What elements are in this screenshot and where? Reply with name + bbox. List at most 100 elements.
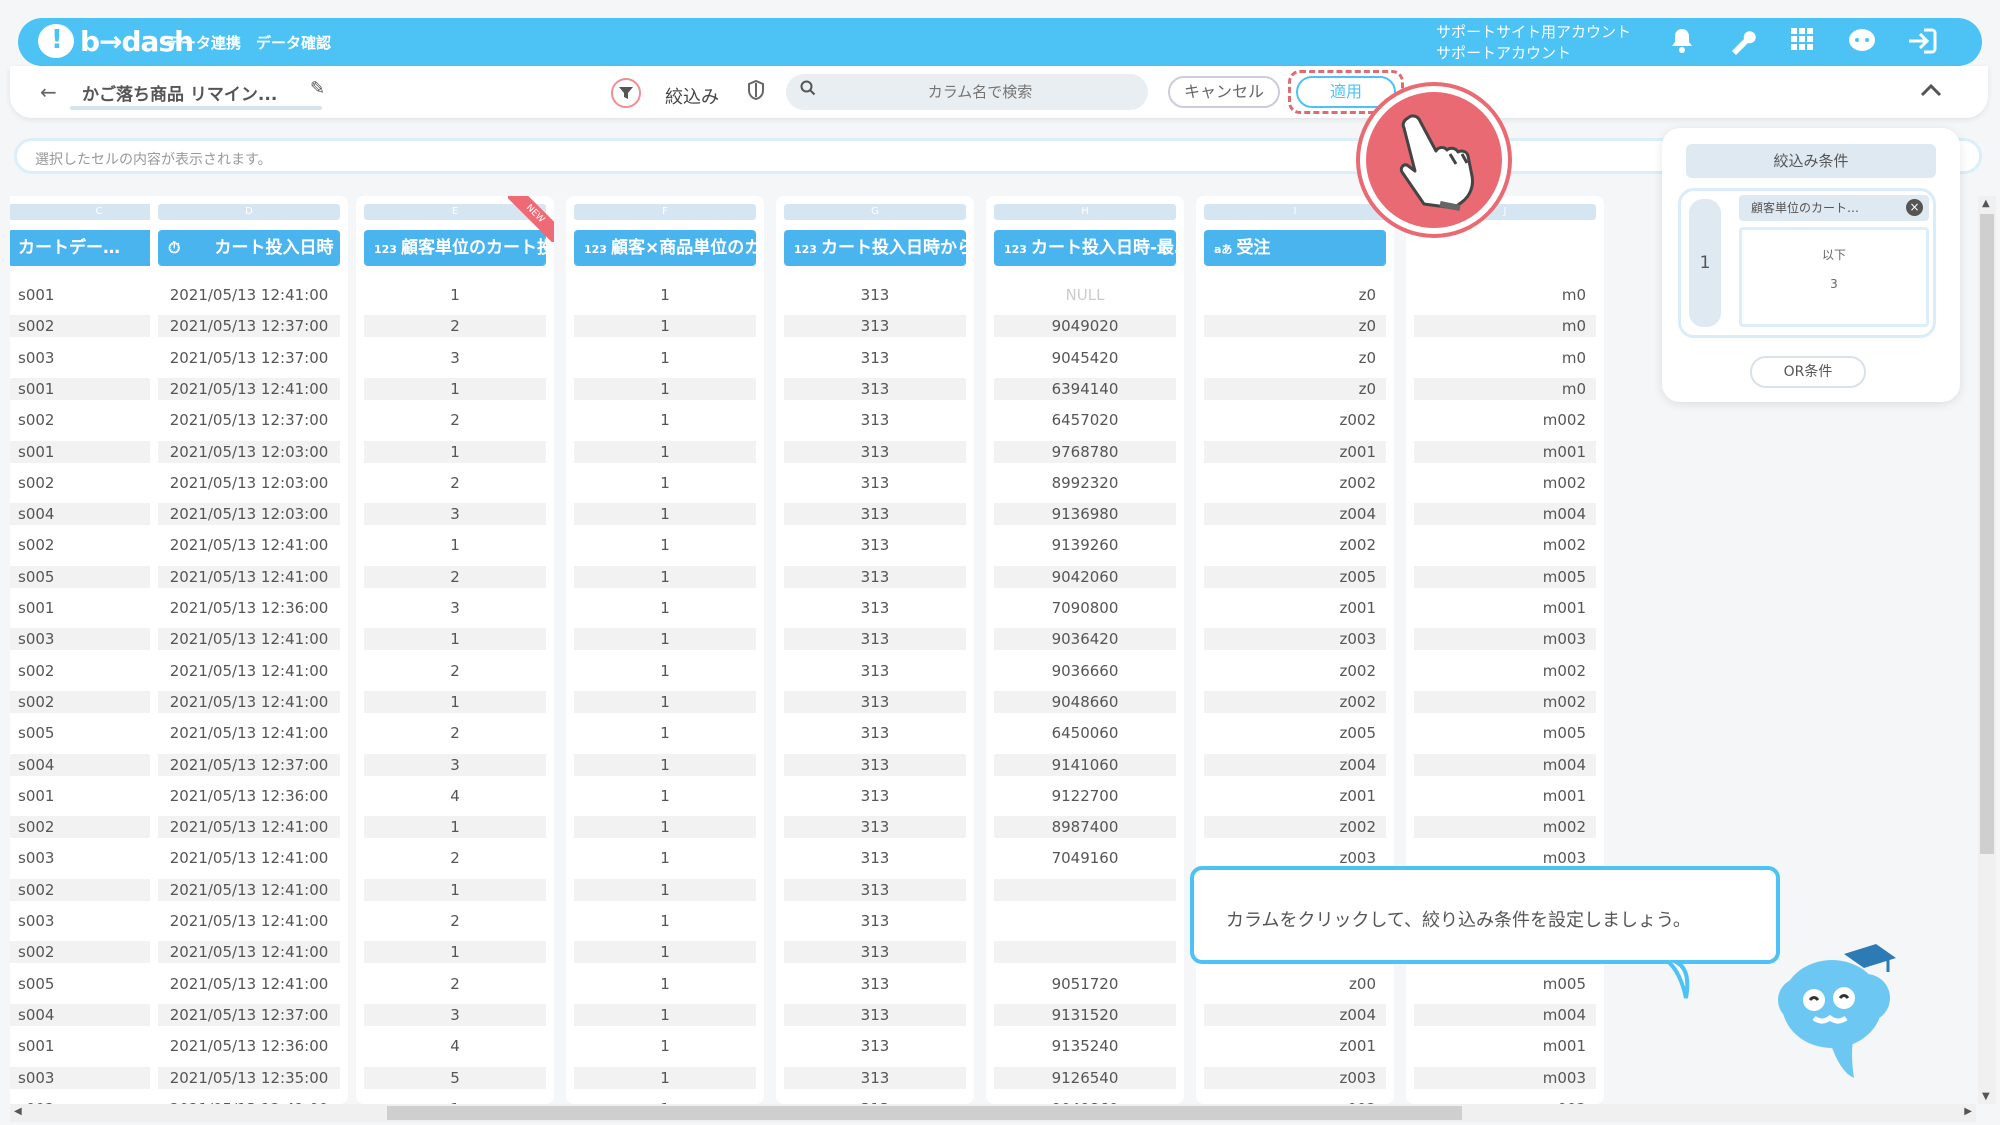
horizontal-scrollbar[interactable]: ◀ ▶ xyxy=(10,1104,1976,1122)
table-cell[interactable]: 2021/05/13 12:41:00 xyxy=(158,910,340,932)
table-cell[interactable]: 313 xyxy=(784,878,966,901)
table-cell[interactable]: 2021/05/13 12:37:00 xyxy=(158,753,340,776)
table-cell[interactable]: 3 xyxy=(364,503,546,526)
vertical-scroll-thumb[interactable] xyxy=(1980,214,1994,854)
table-cell[interactable]: m004 xyxy=(1414,753,1596,776)
table-cell[interactable]: 2 xyxy=(364,910,546,932)
table-cell[interactable]: m002 xyxy=(1414,409,1596,431)
table-cell[interactable]: 313 xyxy=(784,1066,966,1089)
table-cell[interactable]: z003 xyxy=(1204,628,1386,651)
scroll-down-icon[interactable]: ▼ xyxy=(1982,1091,1990,1102)
table-cell[interactable]: 3 xyxy=(364,1003,546,1026)
table-cell[interactable]: 2021/05/13 12:37:00 xyxy=(158,1003,340,1026)
table-cell[interactable]: 9042060 xyxy=(994,565,1176,588)
table-cell[interactable]: 9045420 xyxy=(994,347,1176,369)
search-input[interactable] xyxy=(830,76,1130,108)
table-cell[interactable]: 9049020 xyxy=(994,315,1176,338)
table-cell[interactable]: 1 xyxy=(574,284,756,306)
column-header[interactable]: 123カート投入日時から… xyxy=(784,230,966,266)
table-cell[interactable]: 9126540 xyxy=(994,1066,1176,1089)
table-cell[interactable]: 313 xyxy=(784,816,966,839)
column-header[interactable]: 123 カート投入日時-最… xyxy=(994,230,1176,266)
table-cell[interactable]: m005 xyxy=(1414,973,1596,995)
table-cell[interactable]: 2021/05/13 12:41:00 xyxy=(158,847,340,869)
table-cell[interactable]: 9131520 xyxy=(994,1003,1176,1026)
table-cell[interactable]: 2021/05/13 12:41:00 xyxy=(158,565,340,588)
table-cell[interactable]: 313 xyxy=(784,503,966,526)
table-cell[interactable]: 1 xyxy=(574,878,756,901)
table-cell[interactable]: 3 xyxy=(364,753,546,776)
table-cell[interactable]: 2021/05/13 12:37:00 xyxy=(158,347,340,369)
table-cell[interactable]: 313 xyxy=(784,753,966,776)
table-cell[interactable]: 2021/05/13 12:03:00 xyxy=(158,472,340,494)
table-cell[interactable]: m001 xyxy=(1414,785,1596,807)
filter-label[interactable]: 絞込み xyxy=(665,83,719,109)
table-cell[interactable]: 1 xyxy=(574,816,756,839)
table-cell[interactable]: 7090800 xyxy=(994,597,1176,619)
bell-icon[interactable] xyxy=(1666,27,1698,59)
table-cell[interactable]: 2021/05/13 12:37:00 xyxy=(158,409,340,431)
table-cell[interactable]: 313 xyxy=(784,409,966,431)
cancel-button[interactable]: キャンセル xyxy=(1168,76,1280,108)
table-cell[interactable]: 1 xyxy=(574,910,756,932)
table-cell[interactable]: NULL xyxy=(994,284,1176,306)
back-arrow-icon[interactable]: ← xyxy=(40,80,57,104)
table-cell[interactable]: 2021/05/13 12:03:00 xyxy=(158,440,340,463)
table-cell[interactable]: 1 xyxy=(574,973,756,995)
table-cell[interactable]: 2 xyxy=(364,973,546,995)
scroll-right-icon[interactable]: ▶ xyxy=(1964,1106,1972,1117)
table-cell[interactable]: z002 xyxy=(1204,660,1386,682)
table-cell[interactable]: m003 xyxy=(1414,1066,1596,1089)
table-cell[interactable]: z0 xyxy=(1204,284,1386,306)
column-e[interactable]: E123顧客単位のカート投…NEW12312123123121234121212… xyxy=(356,196,554,1104)
table-cell[interactable]: 2021/05/13 12:03:00 xyxy=(158,503,340,526)
table-cell[interactable]: 313 xyxy=(784,315,966,338)
table-cell[interactable]: 9048660 xyxy=(994,690,1176,713)
column-g[interactable]: G 123カート投入日時から… 313 313 313 313 313 313 313 313 31… xyxy=(776,196,974,1104)
table-cell[interactable]: 1 xyxy=(574,1003,756,1026)
table-cell[interactable]: 9051720 xyxy=(994,973,1176,995)
table-cell[interactable]: 1 xyxy=(574,941,756,964)
table-cell[interactable]: 1 xyxy=(574,690,756,713)
scroll-left-icon[interactable]: ◀ xyxy=(14,1106,22,1117)
table-cell[interactable]: 9768780 xyxy=(994,440,1176,463)
table-cell[interactable]: 6457020 xyxy=(994,409,1176,431)
table-cell[interactable]: m0 xyxy=(1414,284,1596,306)
table-cell[interactable]: z005 xyxy=(1204,565,1386,588)
table-cell[interactable]: 1 xyxy=(574,347,756,369)
table-cell[interactable]: m004 xyxy=(1414,503,1596,526)
table-cell[interactable]: 2 xyxy=(364,409,546,431)
table-cell[interactable]: m002 xyxy=(1414,534,1596,556)
table-cell[interactable]: 8992320 xyxy=(994,472,1176,494)
table-cell[interactable]: 7049160 xyxy=(994,847,1176,869)
table-cell[interactable]: 4 xyxy=(364,1035,546,1057)
table-cell[interactable]: 1 xyxy=(574,722,756,744)
column-h[interactable]: H 123 カート投入日時-最… NULL 9049020 9045420 6394140 6… xyxy=(986,196,1184,1104)
table-cell[interactable]: 1 xyxy=(364,284,546,306)
table-cell[interactable]: z002 xyxy=(1204,534,1386,556)
vertical-scrollbar[interactable]: ▲ ▼ xyxy=(1978,196,1996,1104)
table-cell[interactable]: 313 xyxy=(784,1035,966,1057)
table-cell[interactable]: 2021/05/13 12:37:00 xyxy=(158,315,340,338)
table-cell[interactable]: 1 xyxy=(574,440,756,463)
table-cell[interactable]: 2021/05/13 12:36:00 xyxy=(158,597,340,619)
table-cell[interactable]: 313 xyxy=(784,785,966,807)
table-cell[interactable]: 313 xyxy=(784,534,966,556)
wrench-icon[interactable] xyxy=(1726,27,1758,59)
table-cell[interactable]: z003 xyxy=(1204,1066,1386,1089)
table-cell[interactable]: m004 xyxy=(1414,1003,1596,1026)
table-cell[interactable]: 1 xyxy=(364,377,546,400)
table-cell[interactable]: m005 xyxy=(1414,565,1596,588)
table-cell[interactable]: 6450060 xyxy=(994,722,1176,744)
table-cell[interactable] xyxy=(994,941,1176,964)
file-title[interactable]: かご落ち商品 リマイン... xyxy=(82,80,277,105)
table-cell[interactable]: 1 xyxy=(364,534,546,556)
table-cell[interactable]: 313 xyxy=(784,347,966,369)
table-cell[interactable]: 313 xyxy=(784,690,966,713)
table-cell[interactable]: 1 xyxy=(364,440,546,463)
table-cell[interactable]: 1 xyxy=(574,409,756,431)
table-cell[interactable]: 313 xyxy=(784,472,966,494)
table-cell[interactable]: 313 xyxy=(784,722,966,744)
table-cell[interactable]: z002 xyxy=(1204,409,1386,431)
table-cell[interactable]: 1 xyxy=(574,847,756,869)
